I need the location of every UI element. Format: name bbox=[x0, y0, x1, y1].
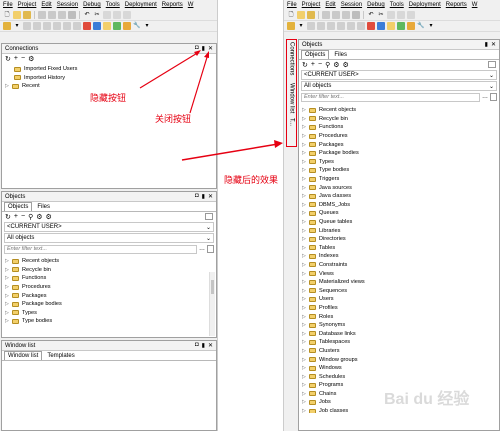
hide-arrow bbox=[139, 51, 200, 89]
after-hide-annotation: 隐藏后的效果 bbox=[224, 175, 279, 185]
annotation-arrows bbox=[139, 50, 283, 161]
close-arrow bbox=[189, 53, 209, 114]
close-button-annotation: 关闭按钮 bbox=[155, 114, 192, 124]
close-arrowhead bbox=[204, 51, 209, 58]
hide-button-annotation: 隐藏按钮 bbox=[90, 93, 127, 103]
effect-arrow bbox=[181, 143, 279, 161]
effect-arrowhead bbox=[274, 140, 283, 148]
